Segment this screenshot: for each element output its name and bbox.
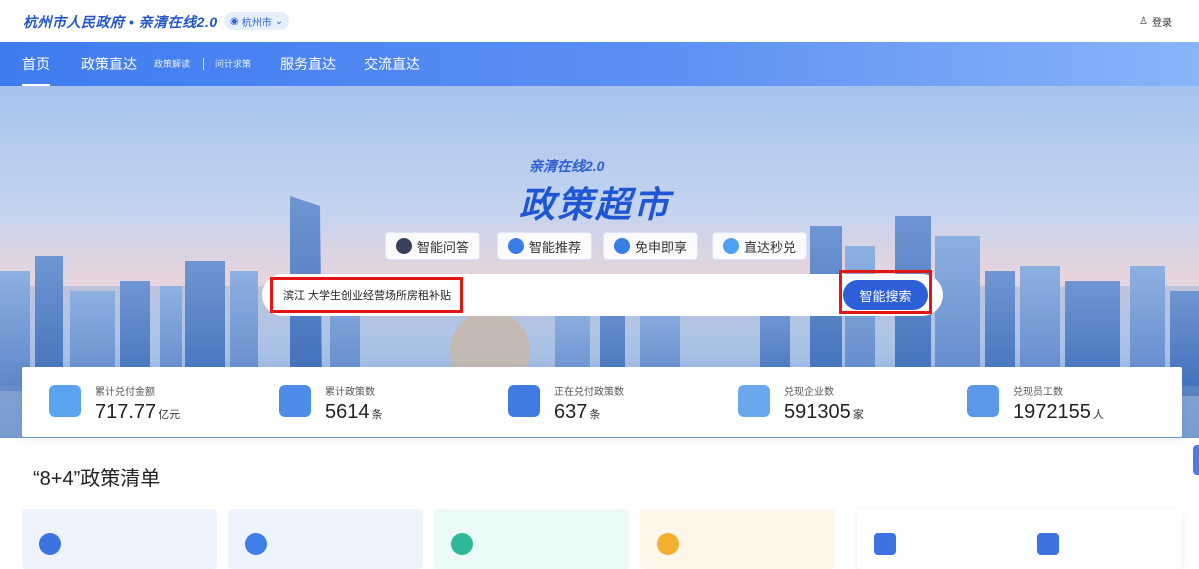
feature-label: 智能问答 [417,239,470,255]
stat-number: 637 [554,401,588,423]
site-brand[interactable]: 杭州市人民政府 • 亲清在线2.0 [23,12,218,32]
city-label: 杭州市 [241,17,272,29]
policy-card[interactable] [22,509,217,569]
feature-smart-qa[interactable]: 智能问答 [385,232,481,260]
search-input[interactable]: 滨江 大学生创业经营场所房租补贴 [270,277,463,313]
policy-card[interactable] [228,509,423,569]
policy-card[interactable] [434,509,629,569]
nav-exchange-direct[interactable]: 交流直达 [364,42,420,86]
stat-value: 591305 家 [784,401,864,424]
stat-unit: 家 [852,409,864,421]
feature-label: 免申即享 [635,239,688,255]
lightning-icon [723,238,739,254]
stat-label: 兑现员工数 [1013,387,1063,398]
login-label: 登录 [1152,18,1172,29]
stat-number: 1972155 [1013,401,1091,423]
shield-icon [657,533,679,555]
nav-policy-consult[interactable]: 问计求策 [215,42,251,86]
nav-home[interactable]: 首页 [22,42,50,86]
stat-label: 累计政策数 [325,387,375,398]
stat-value: 1972155 人 [1013,401,1104,424]
login-link[interactable]: ♙ 登录 [1139,14,1172,29]
payout-doc-icon [508,385,540,417]
stat-label: 正在兑付政策数 [554,387,624,398]
person-icon [614,238,630,254]
stat-number: 717.77 [95,401,157,423]
stat-value: 717.77 亿元 [95,401,180,424]
nav-policy-direct[interactable]: 政策直达 [81,42,137,86]
hero-title: 政策超市 [519,184,672,225]
heart-hands-icon [451,533,473,555]
stat-label: 兑现企业数 [784,387,834,398]
feature-label: 直达秒兑 [744,239,797,255]
employee-card-icon [967,385,999,417]
chevron-down-icon: ⌄ [274,15,284,27]
nav-policy-interpretation[interactable]: 政策解读 [154,42,190,86]
location-pin-icon: ◉ [230,15,239,27]
money-bag-icon [1037,533,1059,555]
smart-search-button[interactable]: 智能搜索 [843,280,928,310]
money-report-icon [49,385,81,417]
stat-unit: 亿元 [158,409,181,421]
feature-label: 智能推荐 [529,239,582,255]
statistics-panel: 累计兑付金额 717.77 亿元 累计政策数 5614 条 正在兑付政策数 637 条… [22,367,1182,437]
stat-value: 637 条 [554,401,600,424]
robot-icon [396,238,412,254]
city-selector[interactable]: ◉ 杭州市 ⌄ [224,12,290,30]
side-float-tab[interactable] [1193,445,1199,475]
user-icon: ♙ [1139,16,1148,27]
policy-list-title: “8+4”政策清单 [33,468,161,490]
person-icon [874,533,896,555]
stat-unit: 条 [589,409,601,421]
policy-doc-icon [279,385,311,417]
policy-card-wide[interactable] [857,509,1182,569]
gear-icon [508,238,524,254]
feature-smart-recommend[interactable]: 智能推荐 [497,232,593,260]
main-nav: 首页 政策直达 政策解读 问计求策 服务直达 交流直达 [0,42,1199,86]
stat-number: 5614 [325,401,370,423]
enterprise-list-icon [738,385,770,417]
stat-value: 5614 条 [325,401,383,424]
stat-unit: 条 [371,409,383,421]
hero-subtitle: 亲清在线2.0 [529,158,605,174]
stat-label: 累计兑付金额 [95,387,155,398]
stat-number: 591305 [784,401,851,423]
lightbulb-icon [245,533,267,555]
stat-unit: 人 [1092,409,1104,421]
target-icon [39,533,61,555]
feature-instant-payout[interactable]: 直达秒兑 [712,232,808,260]
top-header: 杭州市人民政府 • 亲清在线2.0 ◉ 杭州市 ⌄ ♙ 登录 [0,0,1199,42]
policy-card[interactable] [640,509,835,569]
nav-service-direct[interactable]: 服务直达 [280,42,336,86]
feature-no-apply[interactable]: 免申即享 [603,232,699,260]
nav-divider [203,58,204,70]
